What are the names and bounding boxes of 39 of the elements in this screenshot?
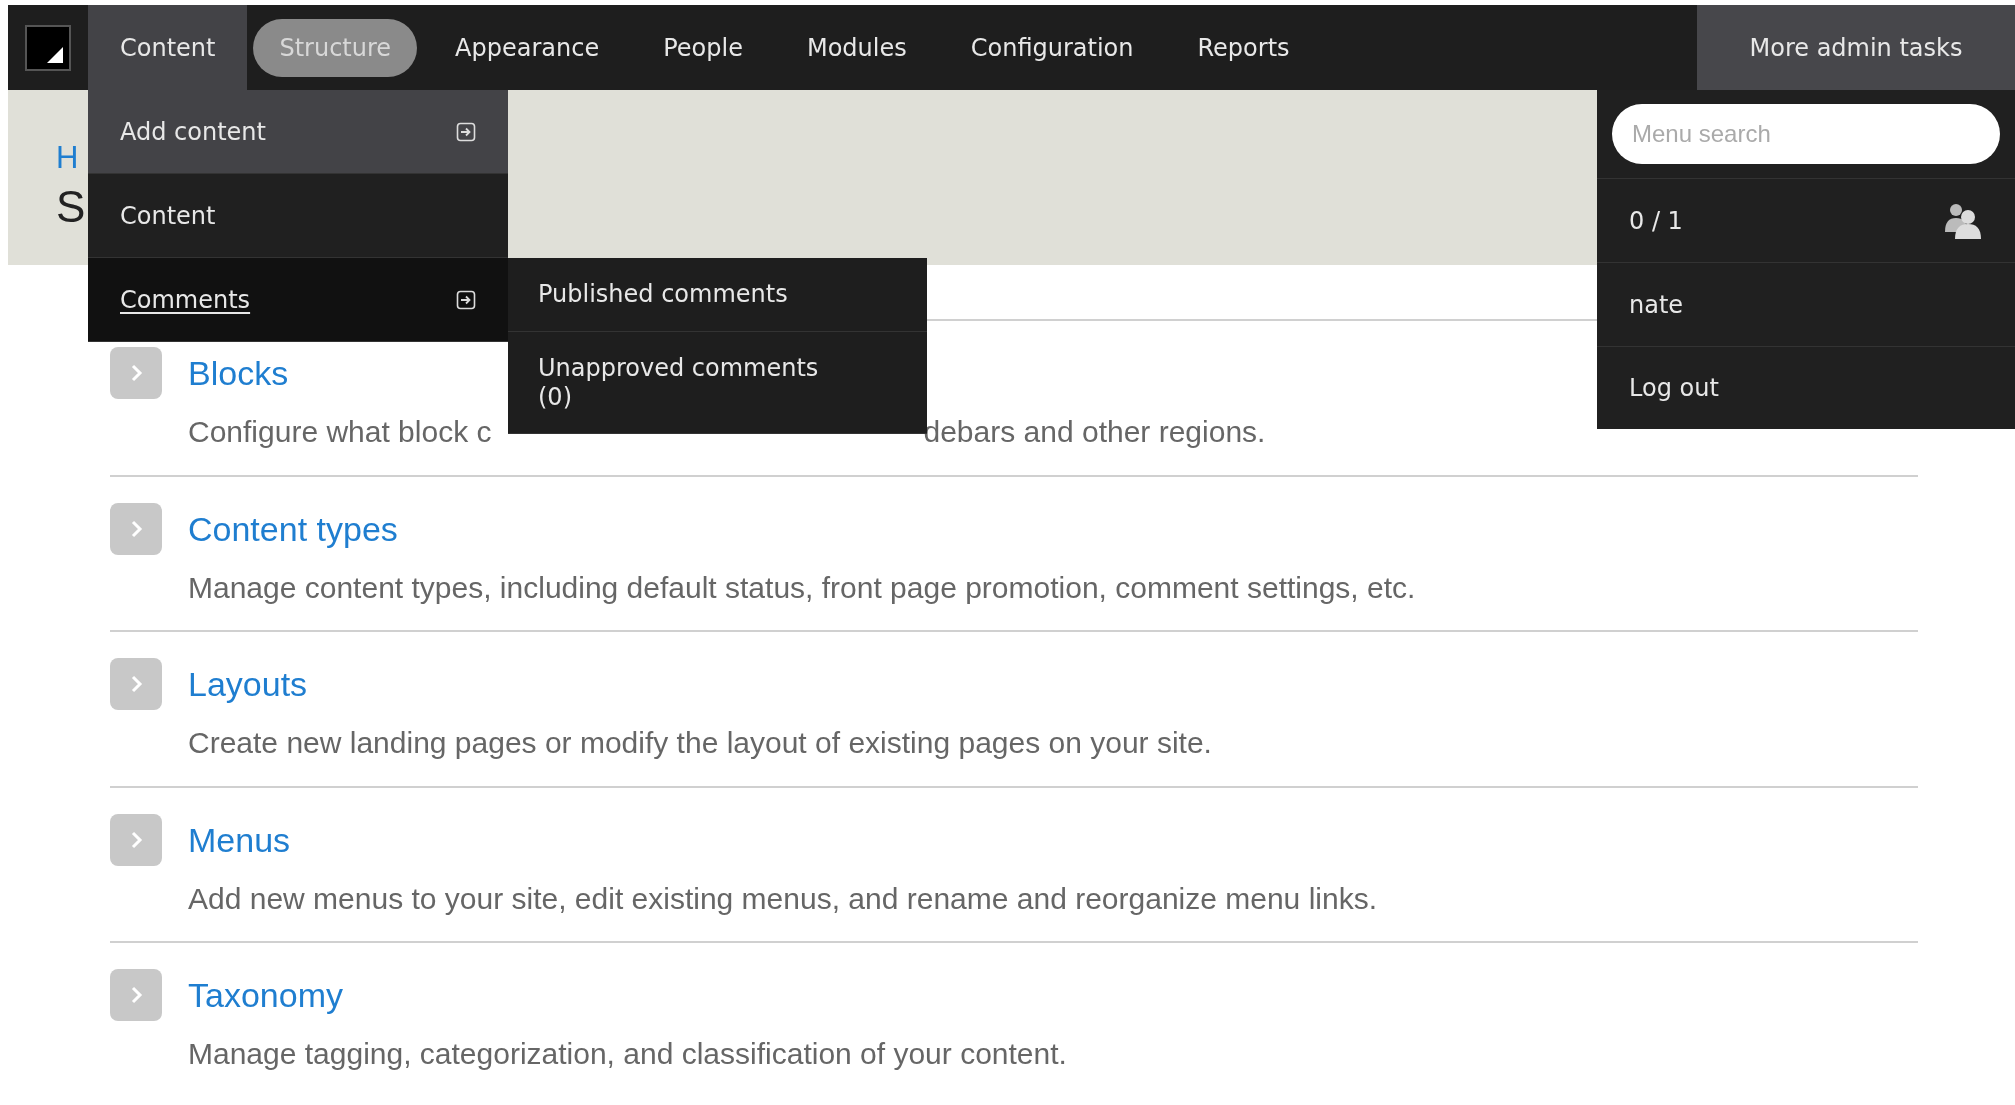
menu-item[interactable]: Add content xyxy=(88,90,508,174)
logout-link[interactable]: Log out xyxy=(1597,347,2015,429)
expand-button[interactable] xyxy=(110,502,162,555)
toolbar-tab[interactable]: People xyxy=(637,18,769,77)
expand-button[interactable] xyxy=(110,347,162,399)
section-link[interactable]: Blocks xyxy=(188,356,289,390)
section-link[interactable]: Content types xyxy=(188,511,398,546)
section-description: Configure what block c xyxy=(188,414,492,450)
toolbar-tab[interactable]: Reports xyxy=(1171,18,1316,77)
more-admin-tasks-tab[interactable]: More admin tasks xyxy=(1697,5,2015,90)
logo-icon[interactable] xyxy=(25,24,71,71)
section-link[interactable]: Menus xyxy=(188,822,291,857)
page-title: S xyxy=(56,185,86,229)
section-link[interactable]: Taxonomy xyxy=(188,978,343,1012)
expand-button[interactable] xyxy=(110,969,162,1021)
toolbar-tab[interactable]: Modules xyxy=(780,18,933,77)
user-link[interactable]: nate xyxy=(1597,263,2015,347)
section-link[interactable]: Layouts xyxy=(188,667,308,701)
chevron-right-icon xyxy=(129,363,143,383)
toolbar-tab[interactable]: Appearance xyxy=(429,18,626,77)
menu-item[interactable]: Comments xyxy=(88,258,508,342)
users-icon xyxy=(1943,201,1983,240)
section-description: Add new menus to your site, edit existing menus, and rename and reorganize menu links. xyxy=(188,880,1377,917)
submenu-item[interactable]: Unapproved comments (0) xyxy=(508,331,927,435)
section-description: Manage content types, including default status, front page promotion, comment settings, etc. xyxy=(188,569,1416,606)
section-description: Manage tagging, categorization, and classification of your content. xyxy=(188,1036,1067,1072)
menu-search-field[interactable]: Menu search xyxy=(1612,104,2000,164)
arrow-box-icon xyxy=(456,289,476,310)
expand-button[interactable] xyxy=(110,813,162,866)
arrow-box-icon xyxy=(456,121,476,142)
toolbar-tab[interactable]: Configuration xyxy=(944,18,1160,77)
expand-button[interactable] xyxy=(110,658,162,710)
chevron-right-icon xyxy=(129,985,143,1005)
chevron-right-icon xyxy=(129,674,143,694)
chevron-right-icon xyxy=(129,518,143,539)
section-description: Create new landing pages or modify the layout of existing pages on your site. xyxy=(188,725,1212,761)
online-users-count: 0 / 1 xyxy=(1629,205,1683,237)
chevron-right-icon xyxy=(129,829,143,850)
submenu-item[interactable]: Published comments xyxy=(508,258,927,332)
